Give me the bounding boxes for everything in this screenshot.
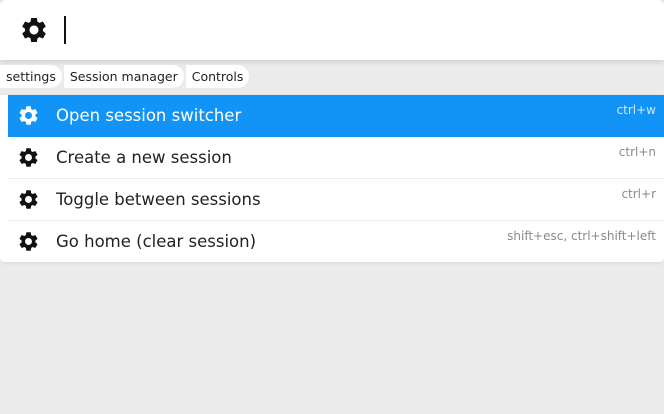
command-shortcut: ctrl+r xyxy=(621,187,656,201)
breadcrumb: settings Session manager Controls xyxy=(0,65,250,88)
search-input-caret[interactable] xyxy=(64,16,66,44)
gear-icon xyxy=(17,146,40,169)
gear-icon xyxy=(19,15,49,45)
command-shortcut: shift+esc, ctrl+shift+left xyxy=(507,229,656,243)
gear-icon xyxy=(17,230,40,253)
command-label: Open session switcher xyxy=(56,106,242,125)
command-shortcut: ctrl+n xyxy=(618,145,656,159)
breadcrumb-item-controls[interactable]: Controls xyxy=(185,65,250,88)
command-label: Toggle between sessions xyxy=(56,190,261,209)
command-label: Go home (clear session) xyxy=(56,232,257,251)
search-bar[interactable] xyxy=(0,0,664,60)
command-shortcut: ctrl+w xyxy=(616,103,656,117)
command-item-create-new-session[interactable]: Create a new session ctrl+n xyxy=(8,137,664,179)
breadcrumb-item-settings[interactable]: settings xyxy=(0,65,62,88)
gear-icon xyxy=(17,188,40,211)
command-item-go-home[interactable]: Go home (clear session) shift+esc, ctrl+… xyxy=(8,221,664,262)
command-list: Open session switcher ctrl+w Create a ne… xyxy=(0,95,664,262)
command-item-open-session-switcher[interactable]: Open session switcher ctrl+w xyxy=(8,95,664,137)
command-item-toggle-between-sessions[interactable]: Toggle between sessions ctrl+r xyxy=(8,179,664,221)
breadcrumb-item-session-manager[interactable]: Session manager xyxy=(63,65,184,88)
command-label: Create a new session xyxy=(56,148,232,167)
gear-icon xyxy=(17,104,40,127)
